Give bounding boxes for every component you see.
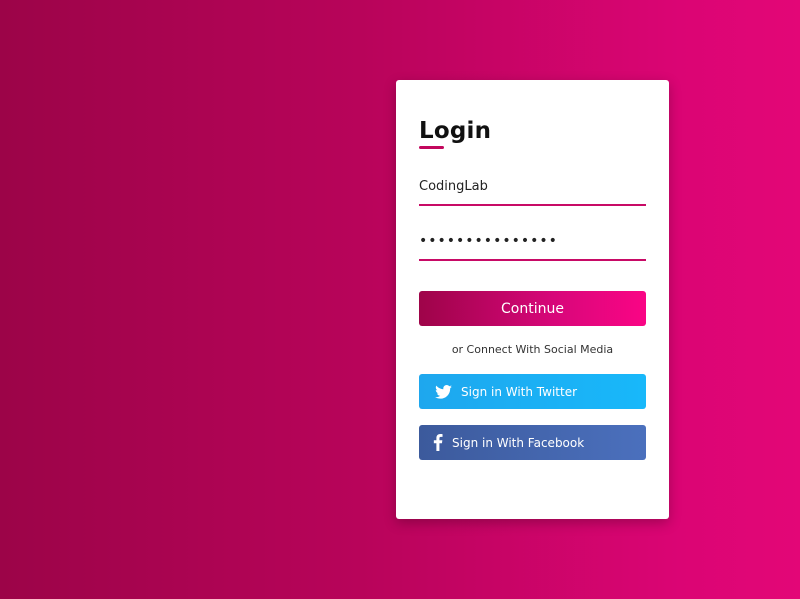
facebook-signin-button[interactable]: Sign in With Facebook bbox=[419, 425, 646, 460]
twitter-icon bbox=[435, 384, 452, 399]
password-input[interactable] bbox=[419, 227, 646, 261]
continue-button[interactable]: Continue bbox=[419, 291, 646, 326]
facebook-icon bbox=[433, 434, 443, 451]
twitter-signin-button[interactable]: Sign in With Twitter bbox=[419, 374, 646, 409]
login-title: Login bbox=[419, 118, 492, 144]
twitter-signin-label: Sign in With Twitter bbox=[461, 384, 578, 399]
title-underline bbox=[419, 146, 444, 149]
facebook-signin-label: Sign in With Facebook bbox=[452, 435, 585, 450]
login-card: Login Continue or Connect With Social Me… bbox=[396, 80, 669, 519]
social-connect-text: or Connect With Social Media bbox=[451, 343, 614, 356]
username-input[interactable] bbox=[419, 172, 646, 206]
